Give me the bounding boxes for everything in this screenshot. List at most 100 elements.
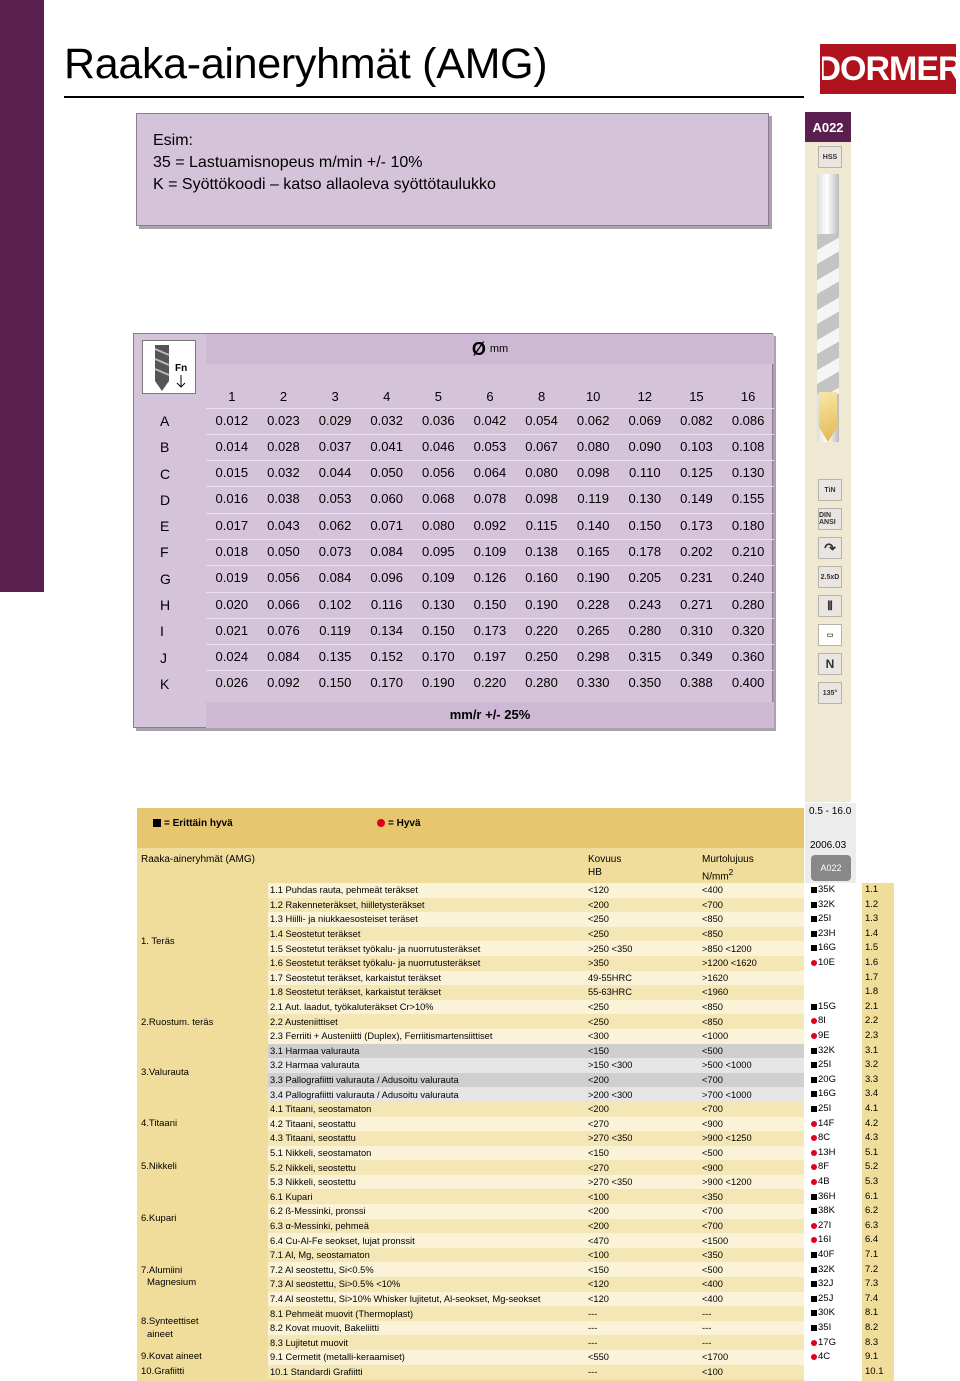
material-hb: >200 <300	[586, 1087, 700, 1102]
material-name: 7.4 Al seostettu, Si>10% Whisker lujitet…	[268, 1291, 586, 1307]
material-row: 7.3 Al seostettu, Si>0.5% <10% <120 <400	[268, 1277, 804, 1292]
cutting-code-text: 16G	[818, 1088, 836, 1100]
group-number: 1.1	[865, 884, 879, 895]
materials-group-header: Raaka-aineryhmät (AMG)	[141, 854, 255, 865]
material-nmm: <100	[700, 1364, 804, 1380]
material-row: 5.1 Nikkeli, seostamaton <150 <500	[268, 1145, 804, 1161]
feed-row: 0.016 0.038 0.053 0.060 0.068 0.078 0.098 0.119…	[206, 486, 774, 514]
cutting-code: 9E	[811, 1029, 830, 1044]
group-label: 3.Valurauta	[141, 1067, 189, 1078]
material-row: 9.1 Cermetit (metalli-keraamiset) <550 <17…	[268, 1350, 804, 1365]
group-number: 1.4	[865, 927, 879, 939]
dot-marker-icon	[811, 1179, 817, 1185]
cutting-code: 13H	[811, 1146, 835, 1161]
feed-value: 0.080	[515, 460, 568, 487]
feed-value: 0.280	[722, 591, 774, 619]
material-name: 1.1 Puhdas rauta, pehmeät teräkset	[268, 883, 586, 898]
cutting-code: 25J	[811, 1292, 833, 1307]
feed-value: 0.126	[464, 565, 516, 593]
square-marker-icon	[811, 1325, 817, 1331]
feed-value: 0.096	[360, 565, 413, 593]
legend-very-good: = Erittäin hyvä	[153, 818, 233, 829]
feed-value: 0.082	[670, 407, 723, 435]
feed-code-letter: K	[160, 675, 170, 692]
dot-marker-icon	[811, 1149, 817, 1156]
material-name: 5.2 Nikkeli, seostettu	[268, 1160, 586, 1175]
group-number: 1.3	[865, 913, 879, 925]
group-number: 8.1	[865, 1307, 879, 1319]
feed-value: 0.068	[412, 486, 465, 514]
material-name: 5.3 Nikkeli, seostettu	[268, 1174, 586, 1190]
group-number: 4.3	[865, 1132, 879, 1144]
cutting-code: 8C	[811, 1131, 830, 1146]
material-name: 1.3 Hiilli- ja niukkaesosteiset teräset	[268, 912, 586, 927]
group-label: Magnesium	[147, 1277, 197, 1288]
group-label: 5.Nikkeli	[141, 1161, 177, 1172]
legend-very-good-label: = Erittäin hyvä	[164, 818, 233, 829]
feed-unit-label: mm/r +/- 25%	[206, 702, 774, 728]
din-ansi-icon: DIN ANSI	[818, 508, 842, 530]
feed-value: 0.271	[670, 591, 723, 619]
material-hb: >250 <350	[586, 941, 700, 956]
material-hb: <200	[586, 1072, 700, 1088]
material-name: 3.4 Pallografiitti valurauta / Adusoitu …	[268, 1087, 586, 1102]
feed-value: 0.160	[515, 565, 568, 593]
feed-value: 0.400	[722, 670, 774, 698]
right-hand-cut-icon: ↷	[818, 537, 842, 559]
material-name: 5.1 Nikkeli, seostamaton	[268, 1145, 586, 1161]
material-nmm: <1960	[700, 985, 804, 1000]
group-number: 5.1	[865, 1146, 879, 1158]
material-hb: >350	[586, 955, 700, 971]
material-row: 1.8 Seostetut teräkset, karkaistut teräk…	[268, 985, 804, 1000]
material-nmm: >1200 <1620	[700, 955, 804, 971]
group-number: 5.3	[865, 1176, 879, 1187]
material-hb: <250	[586, 926, 700, 942]
feed-value: 0.019	[206, 565, 258, 593]
material-hb: <550	[586, 1350, 700, 1365]
group-label: 4.Titaani	[141, 1118, 178, 1129]
cutting-code: 14F	[811, 1117, 834, 1132]
dot-marker-icon	[811, 1120, 817, 1127]
square-marker-icon	[811, 901, 817, 908]
feed-value: 0.066	[257, 591, 310, 619]
material-row: 7.1 Al, Mg, seostamaton <100 <350	[268, 1247, 804, 1263]
cutting-code: 25I	[811, 912, 831, 927]
material-name: 2.1 Aut. laadut, työkaluteräkset Cr>10%	[268, 999, 586, 1015]
material-row: 3.4 Pallografiitti valurauta / Adusoitu …	[268, 1087, 804, 1102]
cutting-code: 16G	[811, 1087, 836, 1102]
square-marker-icon	[811, 1106, 817, 1112]
feed-row: 0.026 0.092 0.150 0.170 0.190 0.220 0.280 0.330…	[206, 670, 774, 698]
feed-value: 0.028	[257, 433, 310, 461]
diameter-cell: 6	[486, 389, 494, 404]
feed-value: 0.190	[412, 670, 465, 698]
title-divider	[64, 96, 804, 98]
materials-table: 1.1 Puhdas rauta, pehmeät teräkset <120 <4…	[268, 883, 804, 1380]
material-name: 8.3 Lujitetut muovit	[268, 1335, 586, 1350]
feed-code-letter: B	[160, 439, 170, 456]
material-hb: <200	[586, 897, 700, 913]
feed-value: 0.090	[619, 433, 671, 461]
material-hb: >270 <350	[586, 1174, 700, 1190]
cutting-code: 8F	[811, 1160, 829, 1175]
feed-row: 0.012 0.023 0.029 0.032 0.036 0.042 0.054 0.062…	[206, 407, 774, 435]
group-label: 10.Grafiitti	[141, 1366, 185, 1377]
cutting-code-text: 20G	[818, 1073, 836, 1085]
material-hb: <250	[586, 1014, 700, 1029]
material-row: 5.3 Nikkeli, seostettu >270 <350 >900 <120…	[268, 1174, 804, 1190]
feed-value: 0.197	[464, 644, 516, 671]
feed-value: 0.042	[464, 407, 516, 435]
feed-value: 0.388	[670, 670, 723, 698]
group-number: 1.2	[865, 898, 879, 910]
material-name: 7.2 Al seostettu, Si<0.5%	[268, 1262, 586, 1278]
material-row: 8.3 Lujitetut muovit --- ---	[268, 1335, 804, 1350]
product-code: A022	[805, 112, 851, 142]
material-name: 6.1 Kupari	[268, 1189, 586, 1205]
material-nmm: ---	[700, 1320, 804, 1336]
group-number: 10.1	[865, 1365, 884, 1377]
feed-value: 0.150	[412, 617, 465, 645]
feed-value: 0.032	[257, 460, 310, 487]
cutting-code: 8I	[811, 1014, 826, 1029]
example-line-3: K = Syöttökoodi – katso allaoleva syöttö…	[153, 176, 496, 193]
feed-row: 0.019 0.056 0.084 0.096 0.109 0.126 0.160 0.190…	[206, 565, 774, 593]
cutting-code: 23H	[811, 927, 835, 942]
